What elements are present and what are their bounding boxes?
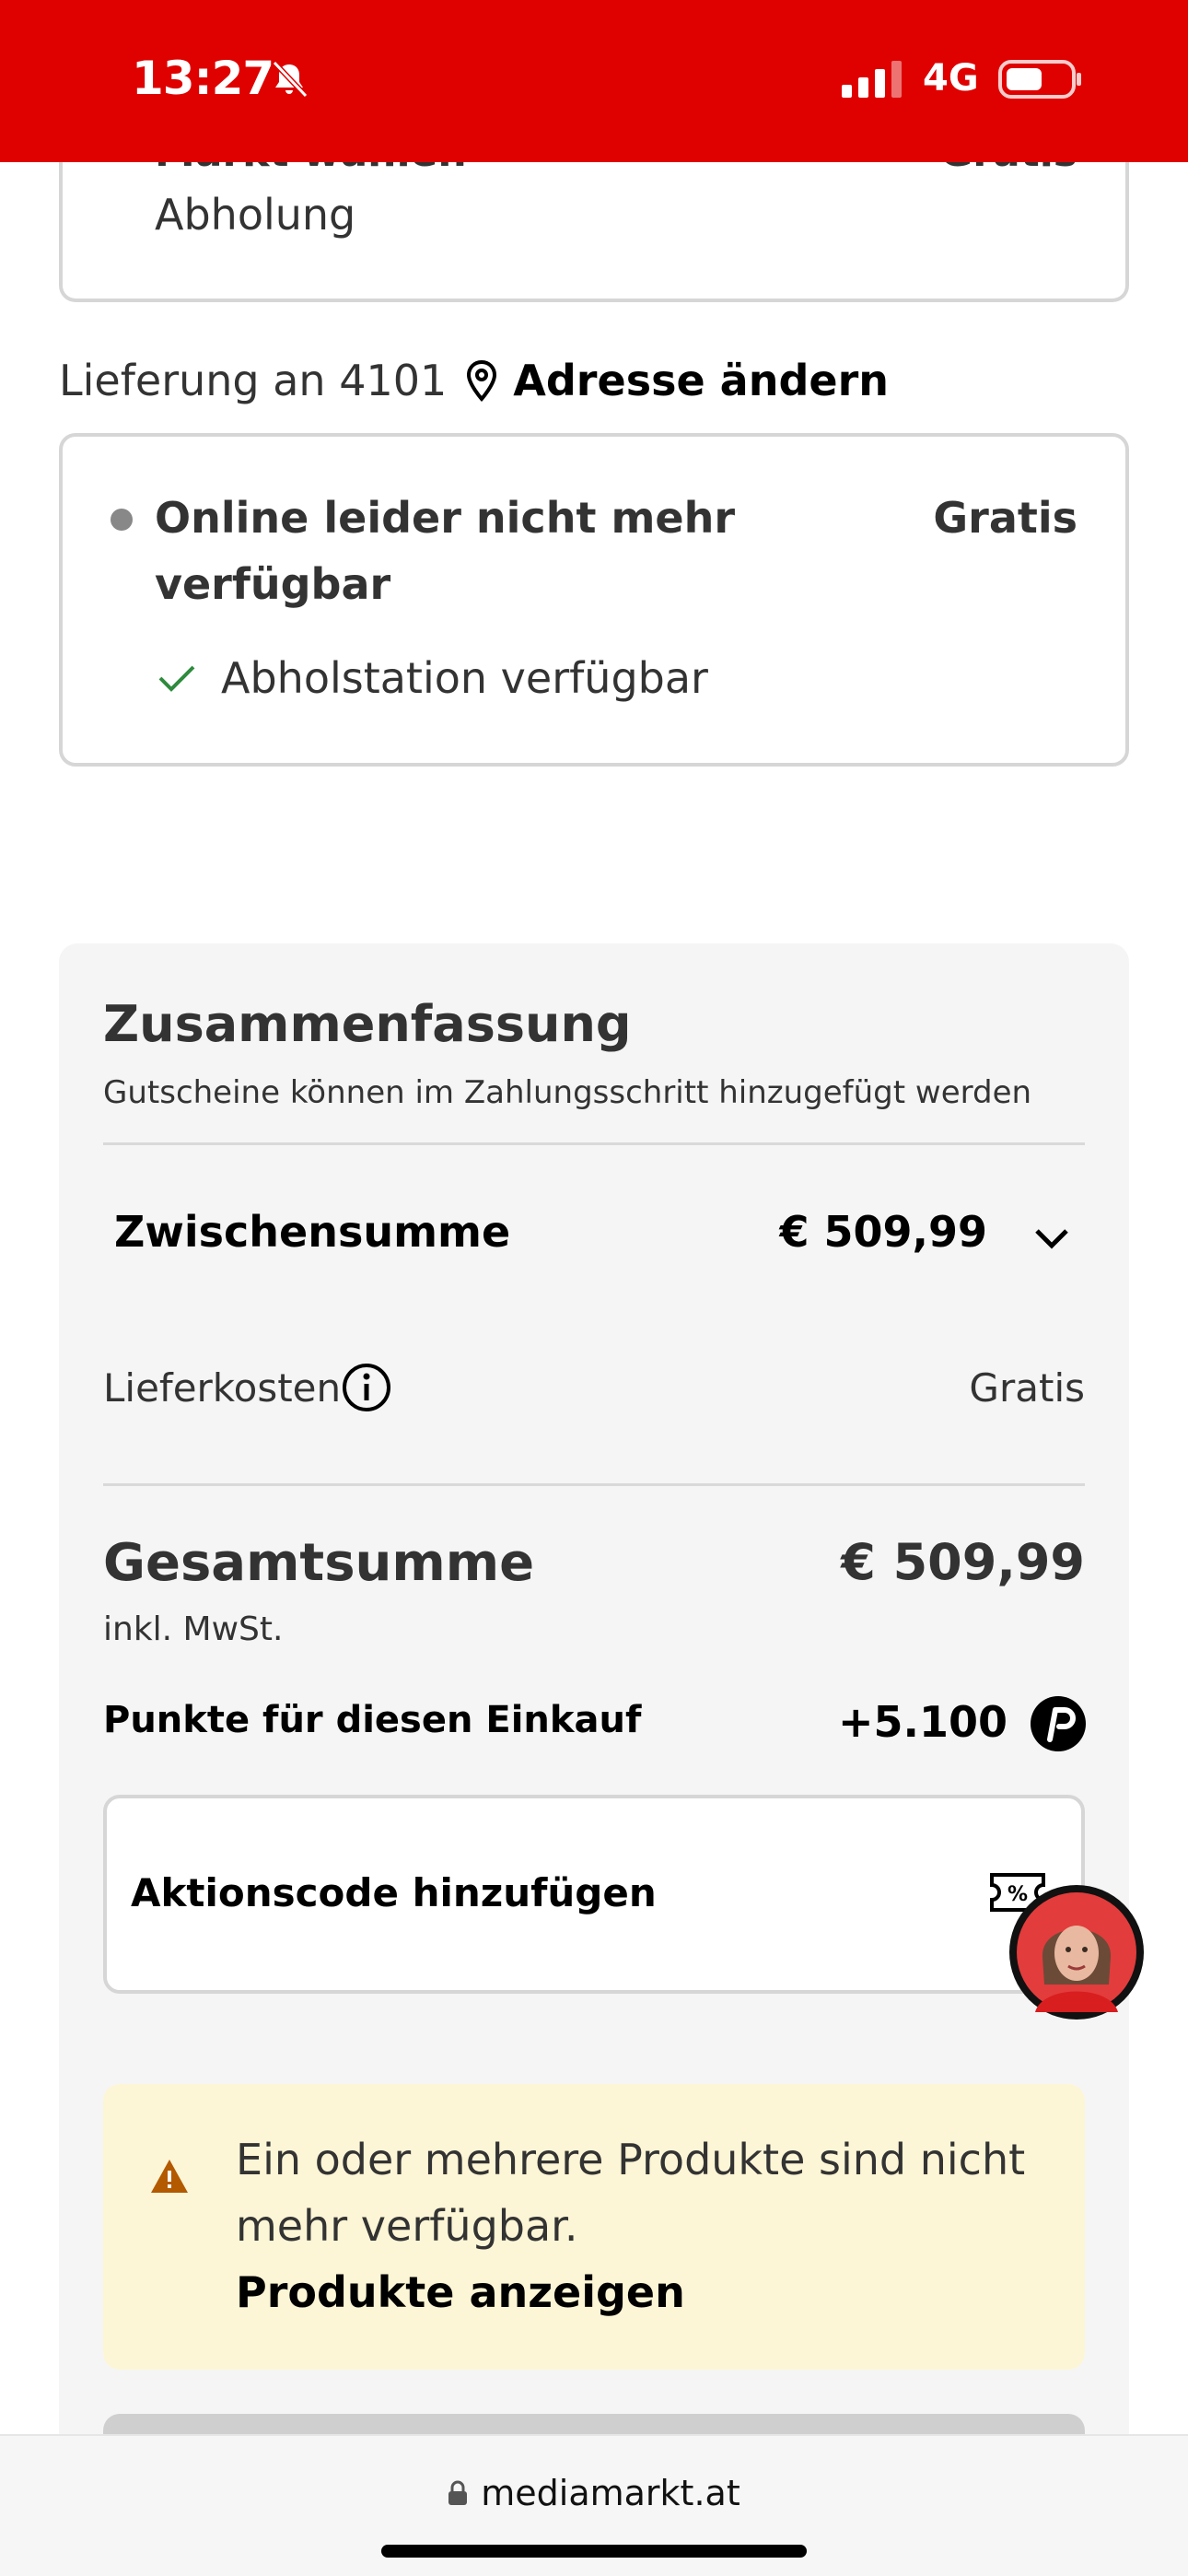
change-address-link[interactable]: Adresse ändern xyxy=(513,356,889,405)
url-text: mediamarkt.at xyxy=(481,2473,740,2513)
chat-assistant-avatar[interactable] xyxy=(1009,1885,1144,2020)
total-value: € 509,99 xyxy=(841,1533,1085,1591)
battery-icon xyxy=(998,60,1081,99)
total-label: Gesamtsumme xyxy=(103,1533,535,1593)
home-indicator[interactable] xyxy=(381,2545,807,2558)
location-pin-icon xyxy=(467,359,497,403)
shipping-cost-label: Lieferkosten xyxy=(103,1365,342,1411)
divider xyxy=(103,1483,1085,1486)
status-time: 13:27 xyxy=(132,52,274,105)
delivery-price: Gratis xyxy=(933,493,1077,543)
show-products-link[interactable]: Produkte anzeigen xyxy=(236,2259,685,2325)
order-summary: Zusammenfassung Gutscheine können im Zah… xyxy=(59,943,1129,2547)
assistant-face-icon xyxy=(1017,1892,1136,2012)
checkmark-icon xyxy=(158,665,195,692)
unavailable-warning: Ein oder mehrere Produkte sind nicht meh… xyxy=(103,2084,1085,2370)
status-bar: 13:27 4G xyxy=(0,0,1188,162)
delivery-address-row: Lieferung an 4101 Adresse ändern xyxy=(59,350,889,411)
points-label: Punkte für diesen Einkauf xyxy=(103,1699,642,1741)
pickup-option-subtitle: Abholung xyxy=(155,190,356,240)
warning-icon xyxy=(151,2160,188,2193)
delivery-status: Online leider nicht mehr verfügbar xyxy=(155,493,736,609)
pickup-station-available: Abholstation verfügbar xyxy=(221,653,708,703)
promo-code-field[interactable]: Aktionscode hinzufügen % xyxy=(103,1795,1085,1994)
browser-bottom-bar: mediamarkt.at xyxy=(0,2434,1188,2576)
vat-note: inkl. MwSt. xyxy=(103,1610,284,1648)
delivery-option-card[interactable]: Online leider nicht mehr verfügbar Grati… xyxy=(59,433,1129,767)
bell-slash-icon xyxy=(272,60,309,99)
delivery-postcode: Lieferung an 4101 xyxy=(59,356,448,405)
info-icon[interactable] xyxy=(341,1362,392,1413)
promo-code-label: Aktionscode hinzufügen xyxy=(131,1870,657,1915)
lock-icon xyxy=(448,2480,468,2505)
divider xyxy=(103,1142,1085,1145)
warning-message: Ein oder mehrere Produkte sind nicht meh… xyxy=(236,2135,1026,2251)
payback-points-icon xyxy=(1031,1696,1086,1751)
voucher-note: Gutscheine können im Zahlungsschritt hin… xyxy=(103,1074,1032,1111)
address-bar[interactable]: mediamarkt.at xyxy=(0,2473,1188,2513)
subtotal-value: € 509,99 xyxy=(779,1207,987,1257)
signal-icon xyxy=(842,61,902,98)
summary-title: Zusammenfassung xyxy=(103,995,632,1053)
shipping-cost-value: Gratis xyxy=(969,1365,1085,1411)
chevron-down-icon[interactable] xyxy=(1030,1216,1074,1260)
subtotal-label[interactable]: Zwischensumme xyxy=(114,1207,510,1257)
network-type: 4G xyxy=(923,57,979,100)
points-value: +5.100 xyxy=(837,1697,1007,1747)
status-dot xyxy=(111,509,133,531)
